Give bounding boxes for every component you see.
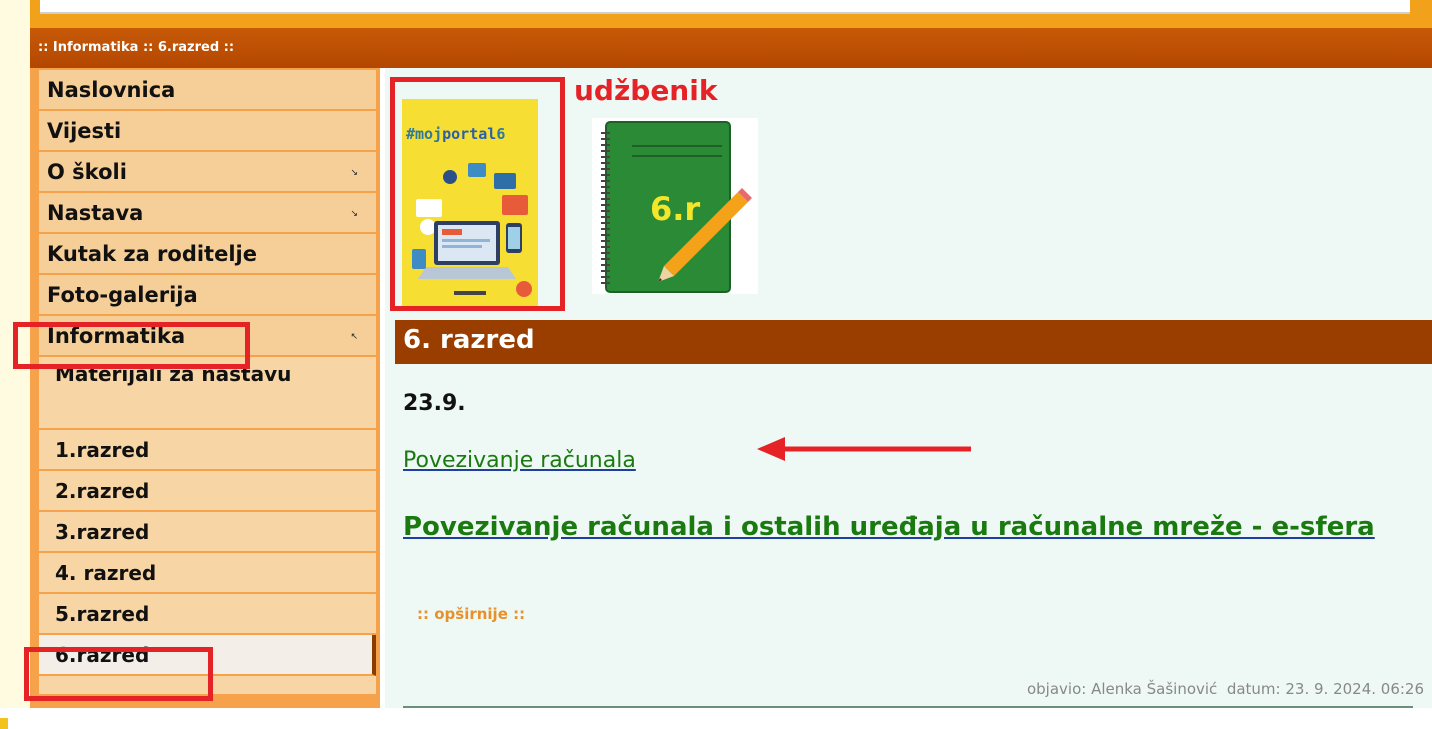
submenu-item-5-razred[interactable]: 5.razred <box>39 594 376 635</box>
textbook-cover-image[interactable]: #mojportal6 <box>402 99 538 307</box>
submenu-item-6-razred[interactable]: 6.razred <box>39 635 376 676</box>
submenu-item-label: 1.razred <box>55 438 150 462</box>
submenu-item-2-razred[interactable]: 2.razred <box>39 471 376 512</box>
read-more-link[interactable]: :: opširnije :: <box>417 605 525 623</box>
menu-item-vijesti[interactable]: Vijesti <box>39 111 376 152</box>
submenu-item-materijali[interactable]: Materijali za nastavu <box>39 357 376 430</box>
menu-item-label: Informatika <box>47 324 186 348</box>
page-header: :: Informatika :: 6.razred :: <box>30 22 1432 68</box>
menu-item-label: Nastava <box>47 201 144 225</box>
submenu-item-3-razred[interactable]: 3.razred <box>39 512 376 553</box>
margin-marker <box>0 718 8 729</box>
top-banner-strip <box>0 0 1432 22</box>
menu-item-label: Naslovnica <box>47 78 176 102</box>
textbook-label: udžbenik <box>574 74 718 107</box>
notebook-image[interactable]: 6.r <box>592 118 758 294</box>
red-arrow-annotation <box>757 437 971 461</box>
menu-item-foto-galerija[interactable]: Foto-galerija <box>39 275 376 316</box>
menu-item-nastava[interactable]: Nastava ↘ <box>39 193 376 234</box>
menu-item-label: O školi <box>47 160 127 184</box>
menu-item-kutak-za-roditelje[interactable]: Kutak za roditelje <box>39 234 376 275</box>
expand-arrow-icon: ↘ <box>350 209 358 219</box>
expand-arrow-icon: ↘ <box>350 168 358 178</box>
menu-item-informatika[interactable]: Informatika ↖ <box>39 316 376 357</box>
submenu-item-label: Materijali za nastavu <box>55 362 292 386</box>
post-meta: objavio: Alenka Šašinović datum: 23. 9. … <box>1026 680 1424 698</box>
submenu-item-label: 4. razred <box>55 561 157 585</box>
post-divider <box>403 706 1413 708</box>
laptop-illustration <box>412 163 532 297</box>
left-page-margin <box>0 0 30 729</box>
menu-item-label: Kutak za roditelje <box>47 242 257 266</box>
banner-image <box>40 0 1410 14</box>
sidebar-menu: Naslovnica Vijesti O školi ↘ Nastava ↘ Kut… <box>39 70 376 696</box>
submenu-item-4-razred[interactable]: 4. razred <box>39 553 376 594</box>
e-sfera-article-link[interactable]: Povezivanje računala i ostalih uređaja u… <box>403 509 1431 546</box>
submenu-item-label: 2.razred <box>55 479 150 503</box>
submenu-item-label: 5.razred <box>55 602 150 626</box>
main-content: #mojportal6 udžbenik 6.r 6. razred 23.9.… <box>385 68 1432 708</box>
collapse-arrow-icon: ↖ <box>350 332 358 342</box>
notebook-label: 6.r <box>650 190 701 228</box>
submenu-item-label: 3.razred <box>55 520 150 544</box>
submenu-item-label: 6.razred <box>55 643 150 667</box>
submenu-item-cut-off[interactable] <box>39 676 376 696</box>
page-breadcrumb-title: :: Informatika :: 6.razred :: <box>38 40 235 55</box>
povezivanje-racunala-link[interactable]: Povezivanje računala <box>403 448 636 473</box>
menu-item-naslovnica[interactable]: Naslovnica <box>39 70 376 111</box>
bottom-page-margin <box>0 708 1432 729</box>
submenu-item-1-razred[interactable]: 1.razred <box>39 430 376 471</box>
section-title: 6. razred <box>403 325 535 355</box>
menu-item-o-skoli[interactable]: O školi ↘ <box>39 152 376 193</box>
sidebar: Naslovnica Vijesti O školi ↘ Nastava ↘ Kut… <box>30 68 380 708</box>
section-title-bar: 6. razred <box>395 320 1432 364</box>
menu-item-label: Foto-galerija <box>47 283 198 307</box>
menu-item-label: Vijesti <box>47 119 122 143</box>
post-date: 23.9. <box>403 391 466 416</box>
